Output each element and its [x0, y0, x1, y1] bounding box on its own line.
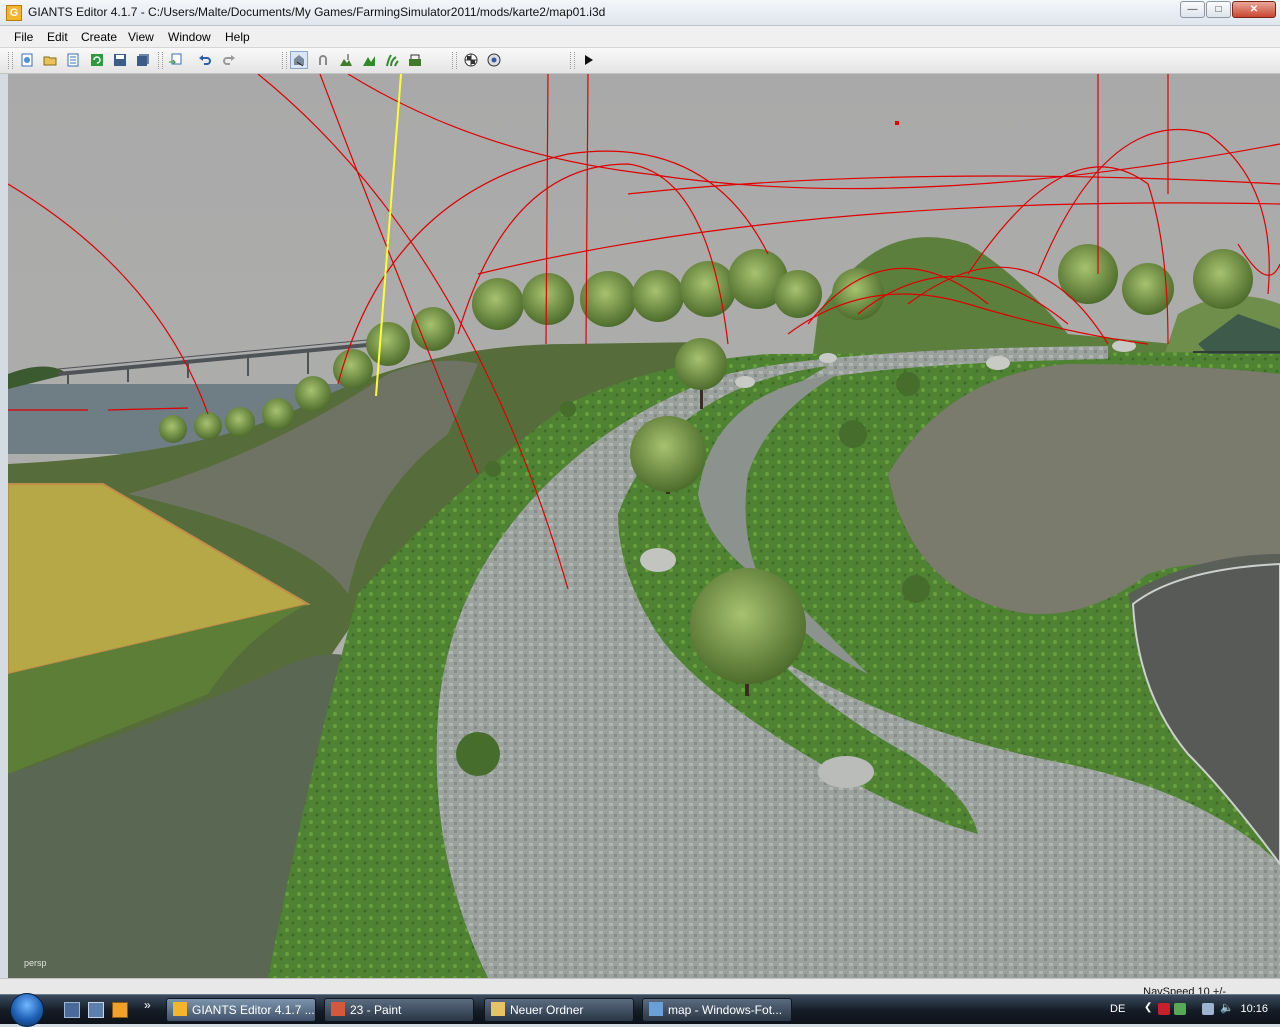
render-settings-icon[interactable]	[485, 51, 503, 69]
toolbar-grip[interactable]	[8, 52, 13, 69]
network-icon[interactable]	[1202, 1003, 1214, 1015]
select-icon[interactable]	[290, 51, 308, 69]
menu-view[interactable]: View	[128, 30, 154, 44]
system-tray: DE ❮ 🔈 10:16	[1100, 995, 1280, 1025]
taskbar-item-giants[interactable]: GIANTS Editor 4.1.7 ...	[166, 998, 316, 1022]
paint-icon	[331, 1002, 345, 1016]
terrain-sculpt-icon[interactable]	[337, 51, 355, 69]
network-status-icon[interactable]	[1174, 1003, 1186, 1015]
taskbar-item-folder[interactable]: Neuer Ordner	[484, 998, 634, 1022]
play-icon[interactable]	[579, 51, 597, 69]
terrain-smooth-icon[interactable]	[406, 51, 424, 69]
taskbar-item-label: GIANTS Editor 4.1.7 ...	[192, 1003, 315, 1017]
start-button[interactable]	[10, 993, 44, 1027]
magnet-icon[interactable]	[314, 51, 332, 69]
language-indicator[interactable]: DE	[1110, 1003, 1125, 1015]
rock	[819, 353, 837, 363]
render-icon[interactable]	[462, 51, 480, 69]
scene-render	[8, 74, 1280, 978]
chevron-left-icon[interactable]: ❮	[1144, 1002, 1156, 1014]
import-icon[interactable]	[166, 51, 184, 69]
menu-edit[interactable]: Edit	[47, 30, 68, 44]
giants-app-icon: G	[6, 5, 22, 21]
menu-window[interactable]: Window	[168, 30, 211, 44]
save-icon[interactable]	[111, 51, 129, 69]
toolbar-grip[interactable]	[282, 52, 287, 69]
redo-icon[interactable]	[220, 51, 238, 69]
rock	[986, 356, 1010, 370]
toolbar-grip[interactable]	[452, 52, 457, 69]
minimize-button[interactable]: —	[1180, 1, 1205, 18]
rock	[735, 376, 755, 388]
show-desktop-icon[interactable]	[64, 1002, 80, 1018]
open-icon[interactable]	[41, 51, 59, 69]
list-icon[interactable]	[64, 51, 82, 69]
rock	[818, 756, 874, 788]
menu-help[interactable]: Help	[225, 30, 250, 44]
taskbar-item-paint[interactable]: 23 - Paint	[324, 998, 474, 1022]
light-marker	[895, 121, 899, 125]
quicklaunch-more[interactable]: »	[144, 998, 151, 1012]
window-title: GIANTS Editor 4.1.7 - C:/Users/Malte/Doc…	[28, 5, 606, 19]
taskbar-item-label: 23 - Paint	[350, 1003, 402, 1017]
taskbar-item-label: Neuer Ordner	[510, 1003, 584, 1017]
antivirus-icon[interactable]	[1158, 1003, 1170, 1015]
save-all-icon[interactable]	[134, 51, 152, 69]
toolbar-grip[interactable]	[158, 52, 163, 69]
menu-file[interactable]: File	[14, 30, 33, 44]
foliage-paint-icon[interactable]	[383, 51, 401, 69]
toolbar	[0, 48, 1280, 74]
windows-taskbar: » GIANTS Editor 4.1.7 ... 23 - Paint Neu…	[0, 993, 1280, 1027]
photo-gallery-icon	[649, 1002, 663, 1016]
folder-icon	[491, 1002, 505, 1016]
media-player-icon[interactable]	[112, 1002, 128, 1018]
menu-create[interactable]: Create	[81, 30, 117, 44]
volume-icon[interactable]: 🔈	[1220, 1001, 1234, 1014]
giants-icon	[173, 1002, 187, 1016]
taskbar-item-photo[interactable]: map - Windows-Fot...	[642, 998, 792, 1022]
terrain-paint-icon[interactable]	[360, 51, 378, 69]
undo-icon[interactable]	[196, 51, 214, 69]
taskbar-item-label: map - Windows-Fot...	[668, 1003, 783, 1017]
refresh-icon[interactable]	[88, 51, 106, 69]
3d-viewport[interactable]	[8, 74, 1280, 978]
close-button[interactable]: ✕	[1232, 1, 1276, 18]
window-controls: — □ ✕	[1179, 1, 1276, 18]
switch-windows-icon[interactable]	[88, 1002, 104, 1018]
rock	[640, 548, 676, 572]
camera-label: persp	[24, 958, 47, 968]
clock[interactable]: 10:16	[1240, 1003, 1268, 1015]
menu-bar: File Edit Create View Window Help	[0, 26, 1280, 48]
maximize-button[interactable]: □	[1206, 1, 1231, 18]
new-icon[interactable]	[18, 51, 36, 69]
toolbar-grip[interactable]	[570, 52, 575, 69]
title-bar: G GIANTS Editor 4.1.7 - C:/Users/Malte/D…	[0, 0, 1280, 26]
